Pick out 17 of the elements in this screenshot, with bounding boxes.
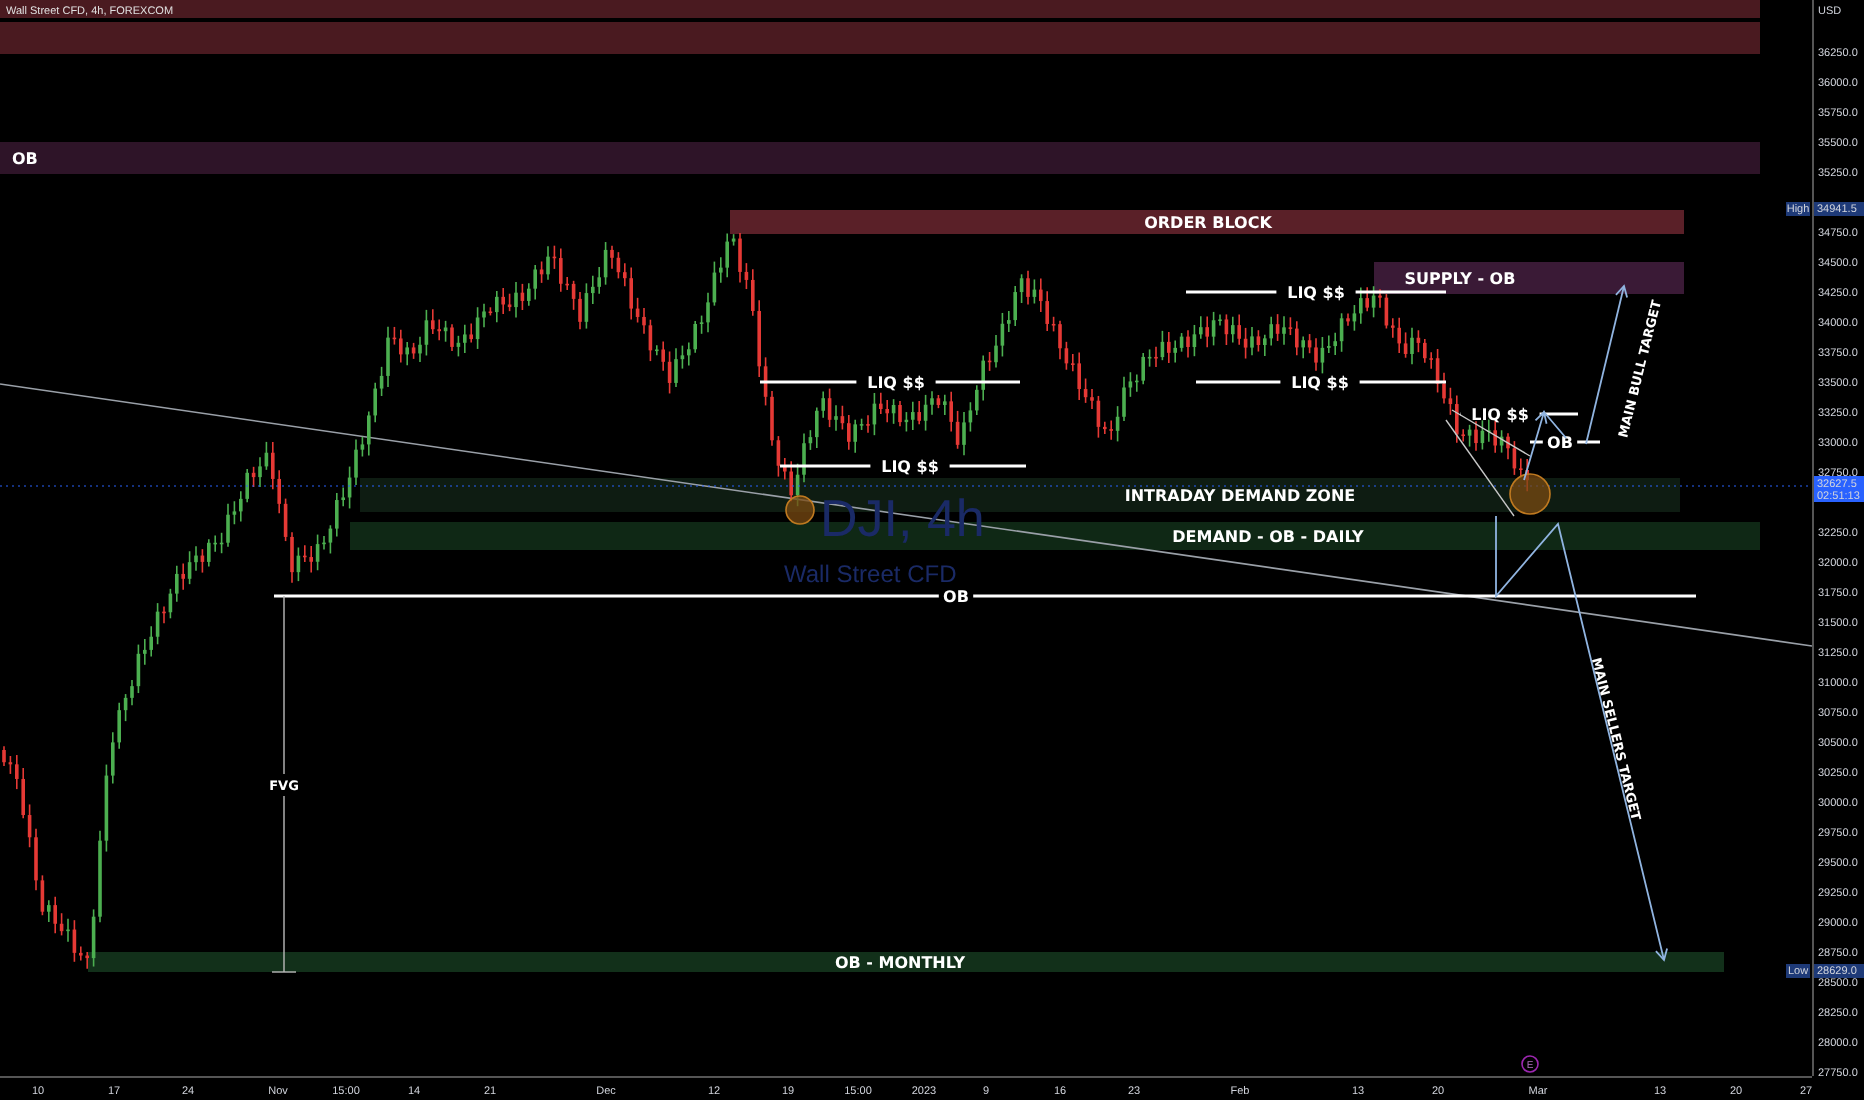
zone-label: INTRADAY DEMAND ZONE xyxy=(1124,487,1356,505)
description-watermark: Wall Street CFD xyxy=(784,560,957,588)
zone-label: SUPPLY - OB xyxy=(1404,270,1516,288)
level-label: LIQ $$ xyxy=(867,374,925,392)
level-label: OB xyxy=(943,588,969,606)
level-label: LIQ $$ xyxy=(1287,284,1345,302)
highlight-circle xyxy=(785,495,815,525)
zone-label: OB - MONTHLY xyxy=(834,954,966,972)
zone-label: ORDER BLOCK xyxy=(1144,214,1272,232)
level-label: LIQ $$ xyxy=(881,458,939,476)
level-line xyxy=(1530,440,1600,444)
zone-label: DEMAND - OB - DAILY xyxy=(1172,528,1364,546)
level-label: LIQ $$ xyxy=(1471,406,1529,424)
highlight-circle xyxy=(1509,473,1551,515)
zone-label: OB xyxy=(12,150,38,168)
level-label: LIQ $$ xyxy=(1291,374,1349,392)
level-label: OB xyxy=(1547,434,1573,452)
